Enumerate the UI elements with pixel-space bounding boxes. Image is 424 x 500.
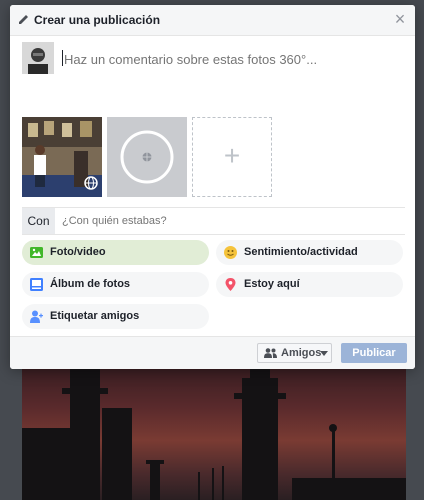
publish-button[interactable]: Publicar xyxy=(341,343,407,363)
add-photo-button[interactable]: + xyxy=(192,117,272,197)
dialog-footer: Amigos Publicar xyxy=(10,336,415,369)
option-feeling-activity[interactable]: Sentimiento/actividad xyxy=(216,240,403,265)
tag-friends-icon xyxy=(30,310,43,323)
friends-icon xyxy=(264,348,277,358)
audience-selector[interactable]: Amigos xyxy=(257,343,332,363)
create-post-dialog: Crear una publicación × Haz un comentari… xyxy=(10,5,415,369)
dialog-header: Crear una publicación × xyxy=(10,5,415,36)
option-photo-video[interactable]: Foto/video xyxy=(22,240,209,265)
option-check-in[interactable]: Estoy aquí xyxy=(216,272,403,297)
chevron-down-icon xyxy=(320,351,328,356)
audience-label: Amigos xyxy=(281,347,322,359)
album-icon xyxy=(30,278,43,291)
text-caret xyxy=(62,50,63,66)
option-label: Foto/video xyxy=(50,246,106,258)
dialog-title: Crear una publicación xyxy=(34,13,161,27)
close-icon[interactable]: × xyxy=(391,10,409,28)
tag-people-row: Con xyxy=(22,207,405,235)
option-tag-friends[interactable]: Etiquetar amigos xyxy=(22,304,209,329)
option-label: Etiquetar amigos xyxy=(50,310,140,322)
with-friends-input[interactable] xyxy=(62,208,392,234)
option-photo-album[interactable]: Álbum de fotos xyxy=(22,272,209,297)
background-photo xyxy=(22,368,406,500)
photo-thumbnail[interactable] xyxy=(22,117,102,197)
plus-icon: + xyxy=(223,140,241,171)
avatar xyxy=(22,42,54,74)
option-label: Álbum de fotos xyxy=(50,278,131,290)
photo-upload-progress xyxy=(107,117,187,197)
location-pin-icon xyxy=(225,278,236,291)
option-label: Estoy aquí xyxy=(244,278,300,290)
option-label: Sentimiento/actividad xyxy=(244,246,358,258)
with-label: Con xyxy=(22,208,55,234)
pencil-icon xyxy=(19,15,28,24)
smiley-icon xyxy=(224,246,237,259)
photo-icon xyxy=(30,247,43,258)
post-composer-input[interactable] xyxy=(64,52,394,67)
